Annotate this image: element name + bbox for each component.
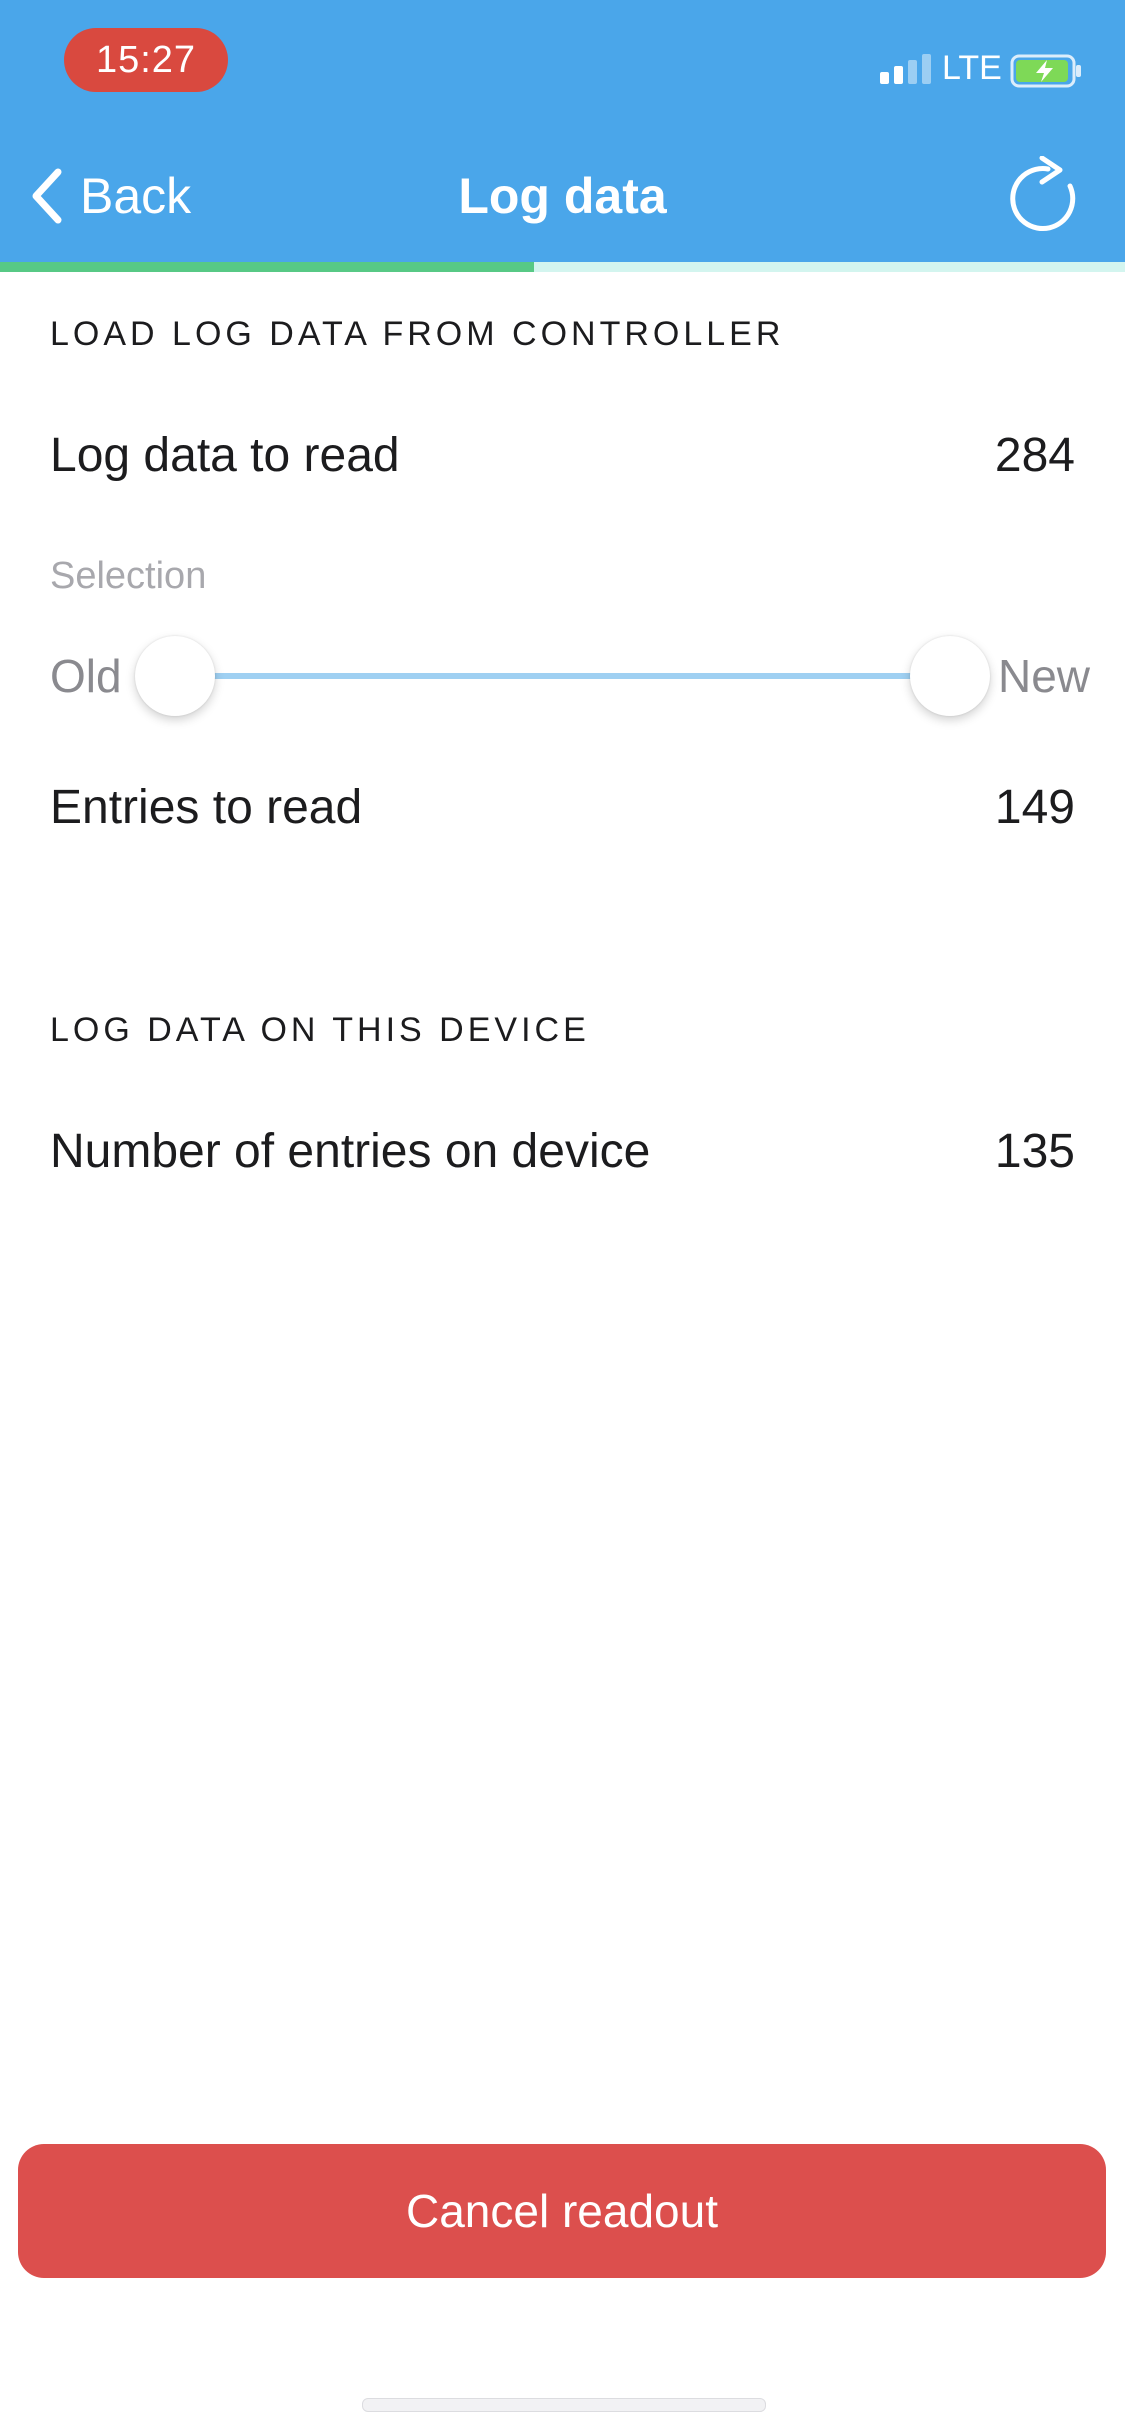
signal-strength-icon xyxy=(880,52,931,84)
entries-to-read-label: Entries to read xyxy=(50,781,363,834)
entries-on-device-value: 135 xyxy=(994,1125,1075,1178)
battery-charging-icon xyxy=(1010,54,1081,88)
selection-label: Selection xyxy=(50,555,207,597)
status-time: 15:27 xyxy=(64,28,228,92)
back-button[interactable]: Back xyxy=(24,160,191,232)
home-indicator xyxy=(362,2398,766,2412)
network-type-label: LTE xyxy=(942,49,1002,87)
entries-to-read-value: 149 xyxy=(994,781,1075,834)
entries-on-device-label: Number of entries on device xyxy=(50,1125,651,1178)
slider-thumb-old[interactable] xyxy=(135,636,215,716)
log-to-read-label: Log data to read xyxy=(50,429,400,482)
chevron-left-icon xyxy=(32,168,62,224)
selection-range-slider[interactable] xyxy=(175,673,950,679)
section-header-device: LOG DATA ON THIS DEVICE xyxy=(50,1011,590,1049)
log-to-read-value: 284 xyxy=(994,429,1075,482)
readout-progress-fill xyxy=(0,262,535,272)
slider-min-label: Old xyxy=(50,650,122,702)
slider-selected-range xyxy=(175,673,950,679)
refresh-icon[interactable] xyxy=(1004,156,1088,240)
nav-header: 15:27 LTE Back Log data xyxy=(0,0,1125,272)
readout-progress-bar xyxy=(0,262,1125,272)
slider-thumb-new[interactable] xyxy=(910,636,990,716)
cancel-readout-button[interactable]: Cancel readout xyxy=(18,2144,1106,2278)
section-header-load: LOAD LOG DATA FROM CONTROLLER xyxy=(50,315,785,353)
back-label: Back xyxy=(80,168,192,224)
slider-max-label: New xyxy=(998,650,1091,702)
